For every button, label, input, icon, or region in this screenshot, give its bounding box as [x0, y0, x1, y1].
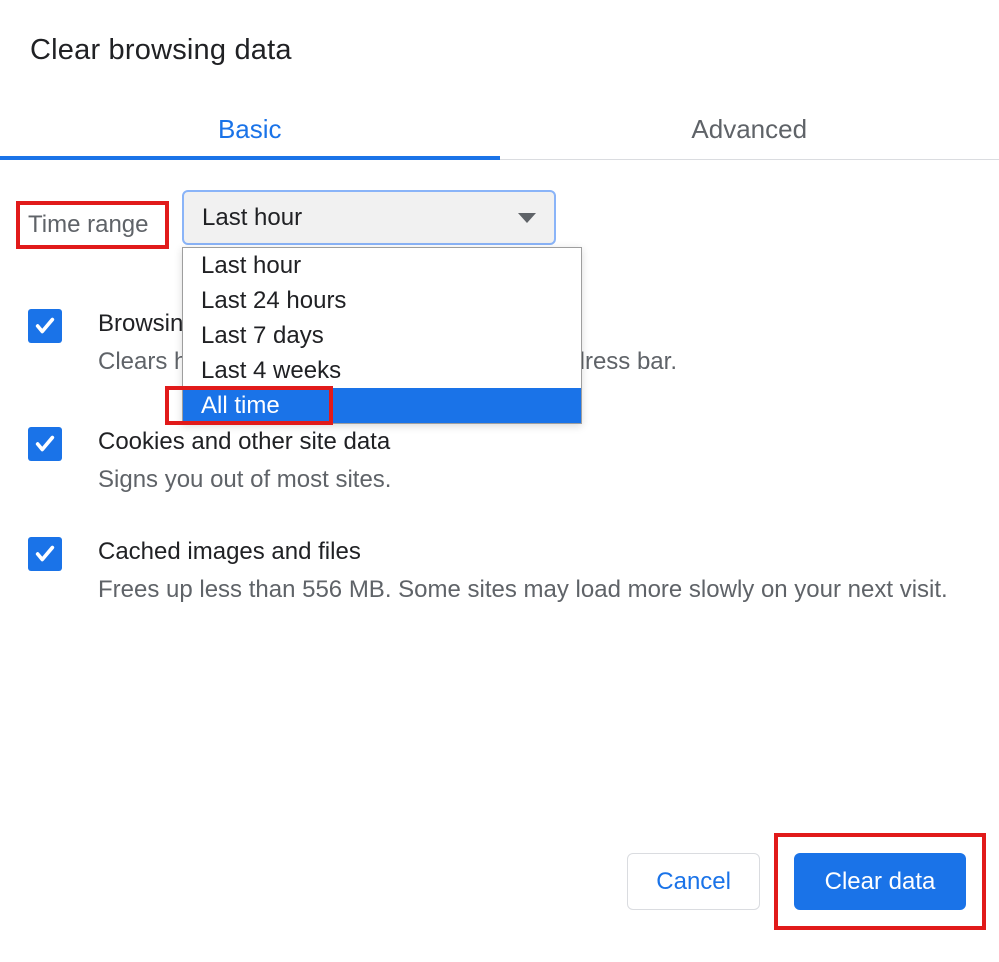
checkmark-icon: [33, 433, 57, 455]
clear-data-highlight: Clear data: [776, 835, 984, 928]
checkbox-cookies[interactable]: [28, 427, 62, 461]
time-range-dropdown: Last hour Last 24 hours Last 7 days Last…: [182, 247, 582, 424]
chevron-down-icon: [518, 213, 536, 223]
option-title: Cookies and other site data: [98, 423, 391, 461]
checkbox-cache[interactable]: [28, 537, 62, 571]
tab-advanced[interactable]: Advanced: [500, 100, 999, 159]
time-range-option-last-hour[interactable]: Last hour: [183, 248, 581, 283]
clear-data-button[interactable]: Clear data: [794, 853, 966, 910]
time-range-selected-value: Last hour: [202, 204, 302, 232]
option-cache: Cached images and files Frees up less th…: [28, 533, 948, 609]
time-range-option-label: All time: [201, 392, 280, 420]
time-range-option-last-7-days[interactable]: Last 7 days: [183, 318, 581, 353]
option-cookies: Cookies and other site data Signs you ou…: [28, 423, 391, 499]
tab-bar: Basic Advanced: [0, 100, 999, 160]
time-range-label: Time range: [18, 203, 167, 247]
option-desc: Frees up less than 556 MB. Some sites ma…: [98, 571, 948, 609]
checkmark-icon: [33, 315, 57, 337]
checkbox-browsing-history[interactable]: [28, 309, 62, 343]
time-range-option-all-time[interactable]: All time: [183, 388, 581, 423]
cancel-button[interactable]: Cancel: [627, 853, 760, 910]
time-range-select[interactable]: Last hour: [182, 190, 556, 245]
option-title: Cached images and files: [98, 533, 948, 571]
dialog-buttons: Cancel Clear data: [627, 835, 984, 928]
time-range-option-last-24-hours[interactable]: Last 24 hours: [183, 283, 581, 318]
time-range-option-last-4-weeks[interactable]: Last 4 weeks: [183, 353, 581, 388]
checkmark-icon: [33, 543, 57, 565]
dialog-title: Clear browsing data: [30, 34, 292, 67]
tab-basic[interactable]: Basic: [0, 100, 500, 159]
option-desc: Signs you out of most sites.: [98, 461, 391, 499]
